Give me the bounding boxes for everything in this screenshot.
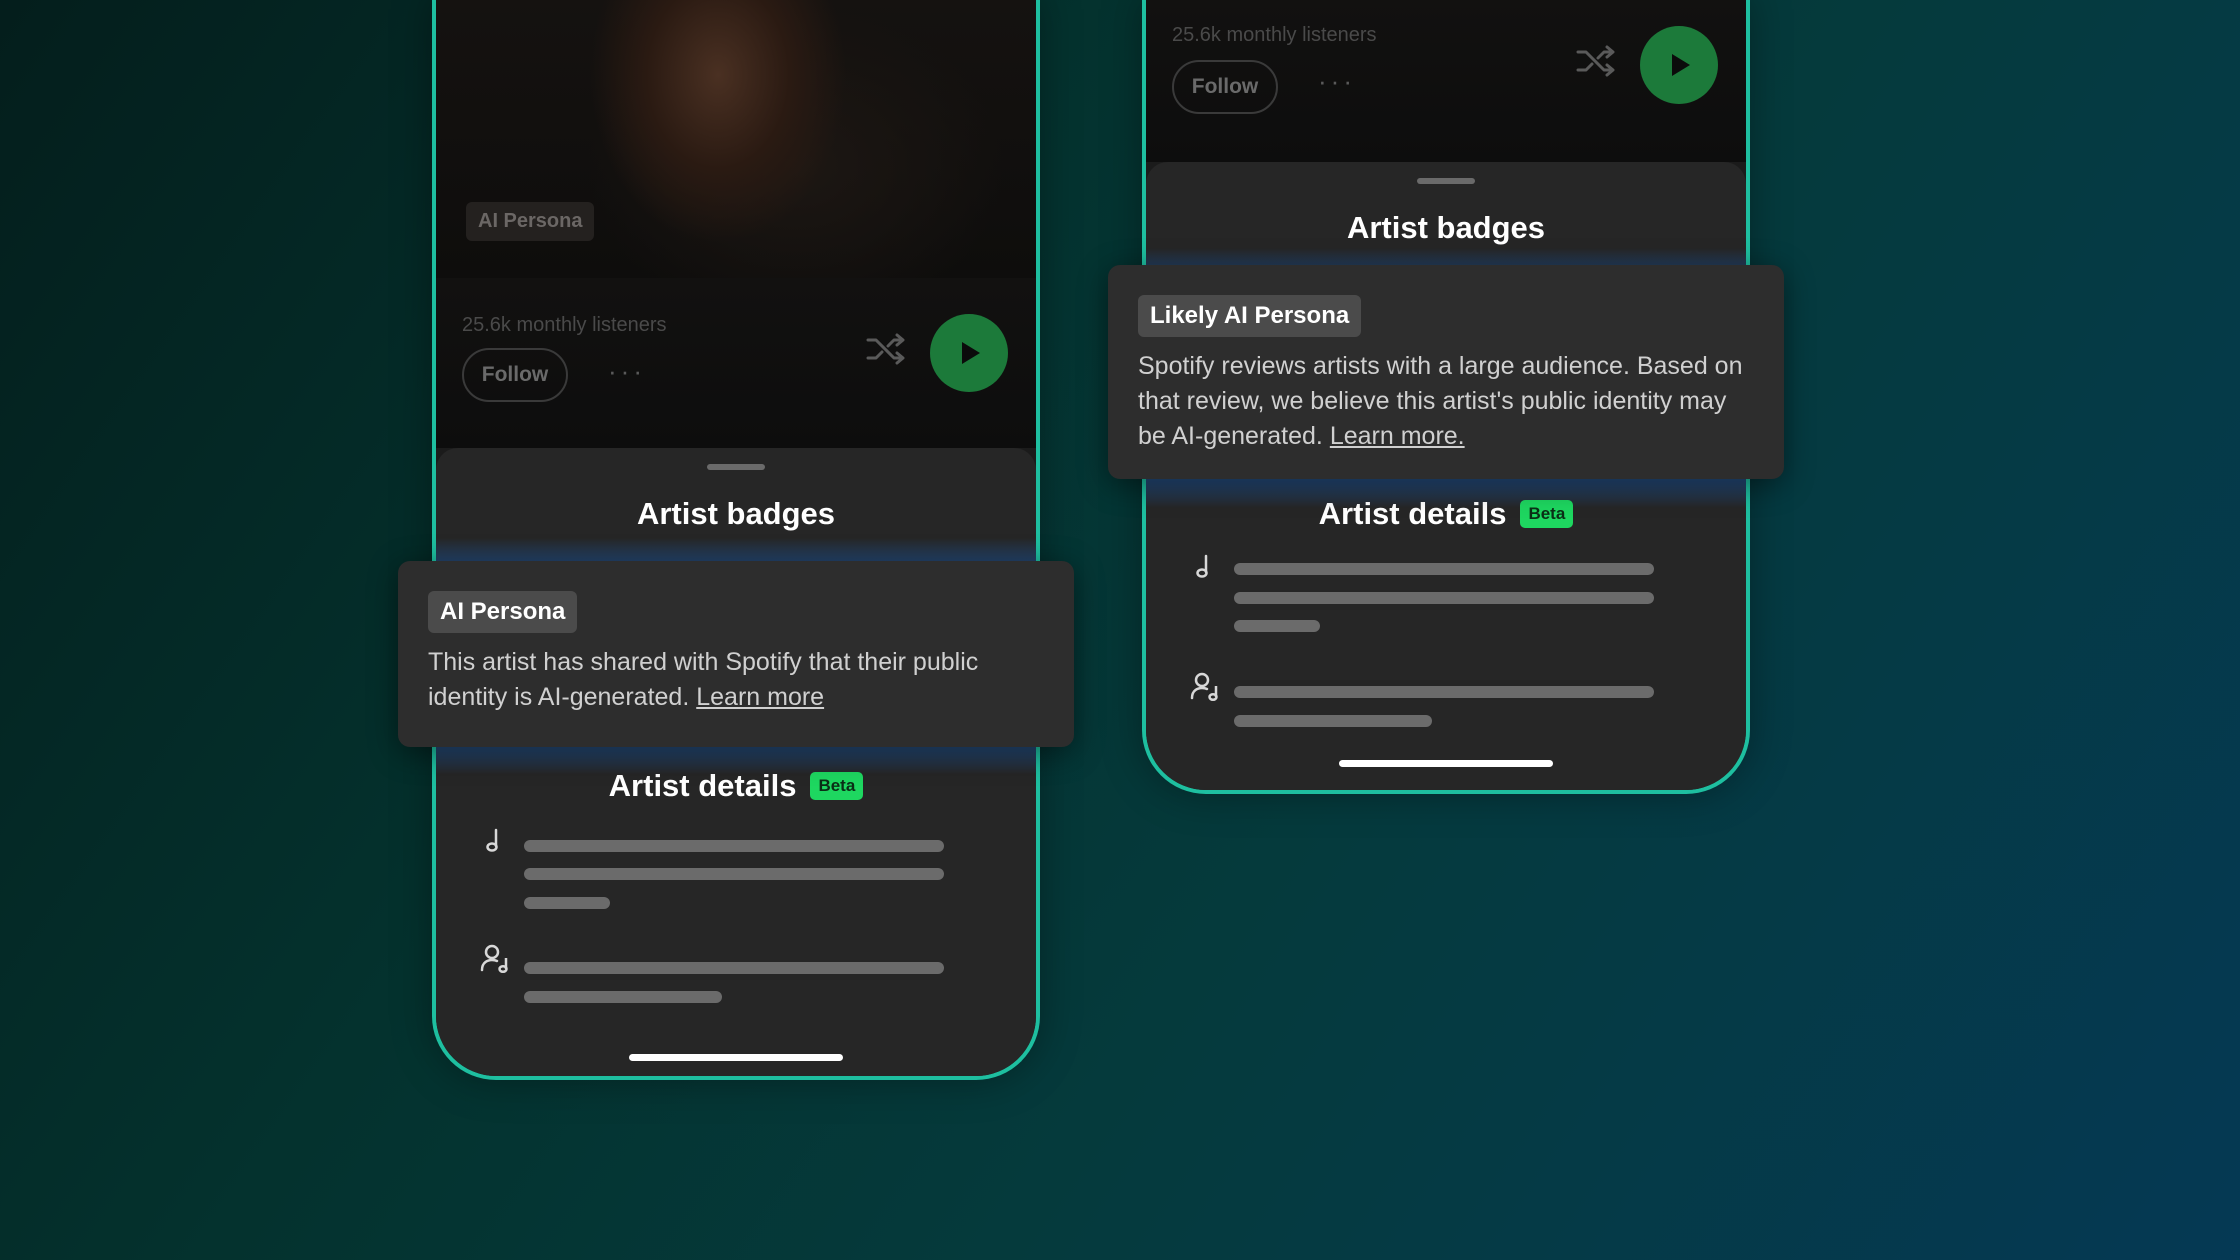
ai-persona-badge: AI Persona [428, 591, 578, 633]
home-indicator [1339, 760, 1553, 767]
artist-profile-controls: 25.6k monthly listeners Follow ··· [436, 278, 1036, 448]
likely-ai-persona-badge-card: Likely AI Persona Spotify reviews artist… [1108, 265, 1784, 479]
music-note-icon [484, 826, 504, 859]
artist-details-heading: Artist details Beta [436, 768, 1036, 804]
skeleton-line [1234, 592, 1654, 604]
shuffle-icon[interactable] [1576, 44, 1616, 83]
skeleton-line [524, 962, 944, 974]
skeleton-line [524, 840, 944, 852]
badge-description: Spotify reviews artists with a large aud… [1138, 349, 1754, 454]
learn-more-link[interactable]: Learn more. [1330, 422, 1465, 450]
artist-details-title: Artist details [1318, 496, 1507, 531]
skeleton-line [1234, 563, 1654, 575]
skeleton-line [1234, 715, 1432, 727]
monthly-listeners: 25.6k monthly listeners [1172, 24, 1377, 46]
learn-more-link[interactable]: Learn more [696, 683, 824, 711]
play-icon [1672, 54, 1690, 76]
skeleton-line [524, 868, 944, 880]
home-indicator [629, 1054, 843, 1061]
sheet-drag-handle[interactable] [1417, 178, 1475, 184]
beta-badge: Beta [810, 772, 864, 800]
follow-button[interactable]: Follow [462, 348, 568, 402]
artist-hero-image: AI Persona [436, 0, 1036, 278]
play-button[interactable] [1640, 26, 1718, 104]
more-icon[interactable]: ··· [1318, 66, 1356, 97]
play-icon [962, 342, 980, 364]
person-music-icon [480, 942, 512, 979]
ai-persona-badge-card: AI Persona This artist has shared with S… [398, 561, 1074, 747]
beta-badge: Beta [1520, 500, 1574, 528]
skeleton-line [524, 991, 722, 1003]
music-note-icon [1194, 552, 1214, 585]
artist-details-heading: Artist details Beta [1146, 496, 1746, 532]
sheet-drag-handle[interactable] [707, 464, 765, 470]
badge-description: This artist has shared with Spotify that… [428, 645, 1044, 715]
hero-ai-persona-badge[interactable]: AI Persona [466, 202, 595, 241]
sheet-title: Artist badges [636, 496, 836, 531]
more-icon[interactable]: ··· [608, 356, 646, 387]
shuffle-icon[interactable] [866, 332, 906, 371]
sheet-title: Artist badges [1346, 210, 1546, 245]
artist-details-title: Artist details [608, 768, 797, 803]
monthly-listeners: 25.6k monthly listeners [462, 314, 667, 336]
follow-button[interactable]: Follow [1172, 60, 1278, 114]
person-music-icon [1190, 670, 1222, 707]
skeleton-line [1234, 686, 1654, 698]
play-button[interactable] [930, 314, 1008, 392]
artist-badges-sheet: Artist badges Artist details Beta [436, 448, 1036, 1076]
skeleton-line [1234, 620, 1320, 632]
likely-ai-persona-badge: Likely AI Persona [1138, 295, 1362, 337]
phone-left: AI Persona 25.6k monthly listeners Follo… [432, 0, 1040, 1080]
artist-profile-controls: 25.6k monthly listeners Follow ··· [1146, 0, 1746, 162]
skeleton-line [524, 897, 610, 909]
